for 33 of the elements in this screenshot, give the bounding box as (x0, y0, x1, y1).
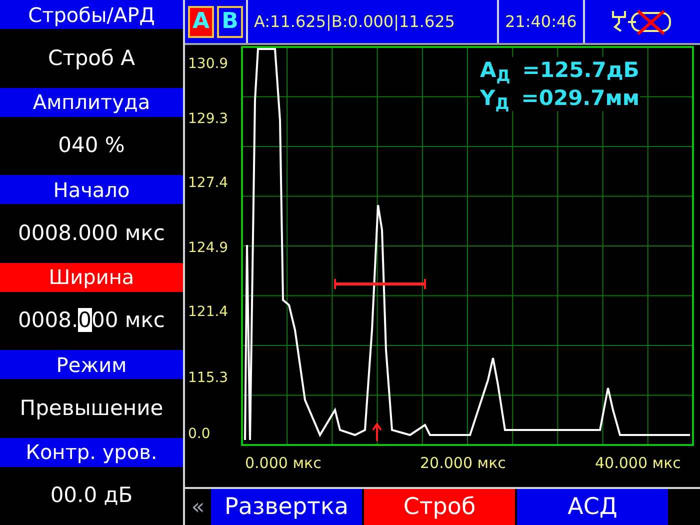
measurement-label: Y$_{Д}$ (480, 85, 510, 111)
measurement-value: =029.7мм (521, 85, 640, 111)
channel-button[interactable]: B (217, 6, 243, 38)
axis-label: 127.4 (188, 174, 228, 193)
setting-value: Превышение (20, 394, 164, 422)
axis-label: 0.000 мкс (245, 453, 322, 474)
menu-item[interactable]: Режим (0, 350, 183, 379)
tab[interactable]: Строб (364, 489, 517, 525)
setting-value: 0008.000 мкс (18, 220, 165, 246)
menu-item[interactable]: Амплитуда (0, 88, 183, 116)
tab[interactable]: Развертка (211, 489, 364, 525)
clock: 21:40:46 (505, 10, 577, 32)
axis-label: 115.3 (188, 369, 228, 388)
position-readout: A:11.625|B:0.000|11.625 (254, 10, 455, 33)
axis-label: 20.000 мкс (420, 453, 506, 474)
value-field[interactable]: 0008.000 мкс (18, 305, 165, 336)
measurement-label: A$_{Д}$ (480, 57, 510, 83)
setting-value: 040 % (58, 132, 125, 159)
axis-label: 0.0 (188, 425, 210, 444)
axis-label: 130.9 (188, 55, 228, 74)
axis-label: 121.4 (188, 303, 228, 322)
marker-arrow-icon (372, 422, 382, 442)
axis-label: 129.3 (188, 110, 228, 129)
menu-item[interactable]: Стробы/АРД (0, 0, 183, 29)
menu-item[interactable]: Ширина (0, 262, 183, 292)
axis-label: 40.000 мкс (595, 453, 681, 474)
setting-value: 00.0 дБ (50, 482, 133, 509)
tab[interactable]: АСД (517, 489, 670, 525)
measurement-value: =125.7дБ (522, 57, 640, 83)
menu-item[interactable]: Контр. уров. (0, 438, 183, 466)
menu-item[interactable]: Начало (0, 175, 183, 204)
setting-value: Строб А (48, 44, 136, 72)
axis-label: 124.9 (188, 239, 228, 258)
